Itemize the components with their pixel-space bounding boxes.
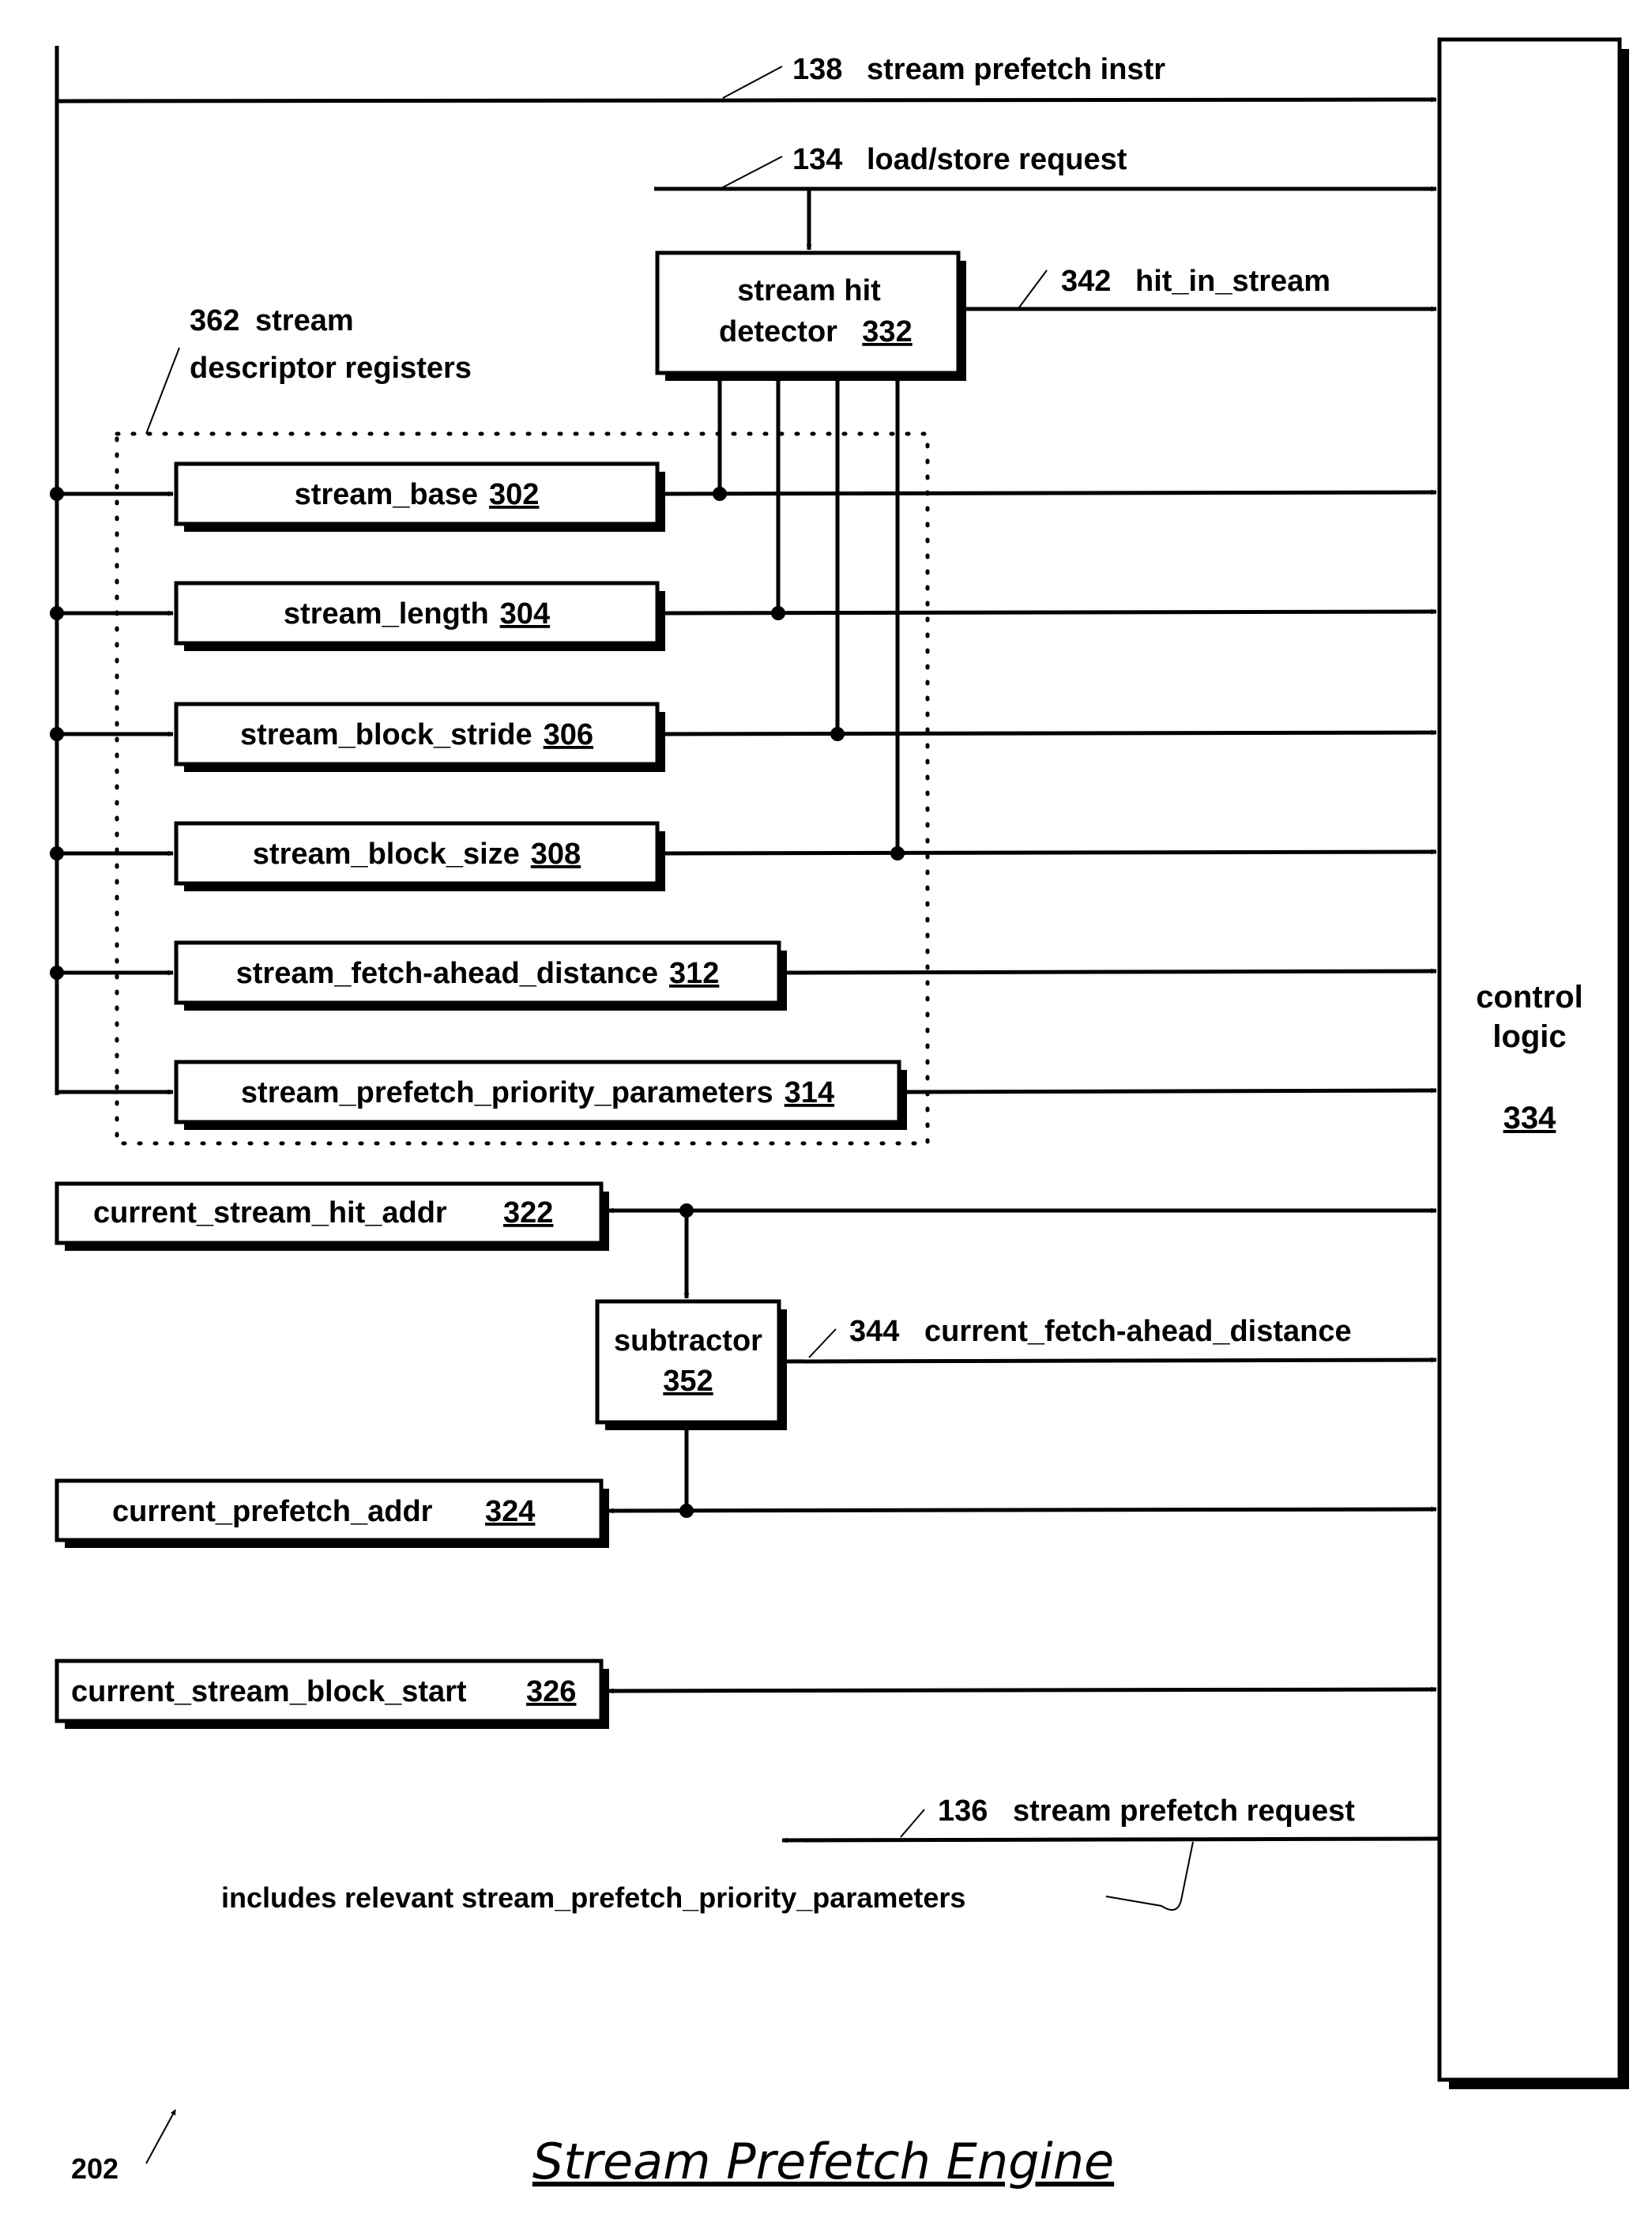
descriptor-register-314: stream_prefetch_priority_parameters 314 (57, 1060, 1437, 1130)
control-logic-label-line1: control (1476, 980, 1583, 1015)
register-to-control-logic-arrow (786, 968, 1437, 975)
figure-reference-arrow (145, 2109, 176, 2164)
control-logic-label-line2: logic (1492, 1019, 1566, 1054)
signal-label-138: stream prefetch instr (867, 53, 1165, 86)
leader-line-342 (1018, 269, 1048, 308)
descriptor-register-312: stream_fetch-ahead_distance 312 (50, 940, 1437, 1011)
stream-hit-detector-block: stream hit detector 332 (655, 250, 966, 381)
signal-label-136: stream prefetch request (1013, 1794, 1355, 1828)
junction-dot (890, 846, 905, 860)
subtractor-block: subtractor 352 (595, 1299, 787, 1430)
prefetch-addr-bidirectional-arrow (608, 1506, 1437, 1514)
junction-dot (830, 727, 845, 741)
descriptor-register-list: stream_base 302 stream_length 304 stream_blo… (50, 461, 1437, 1130)
junction-dot (50, 606, 64, 620)
register-name: stream_prefetch_priority_parameters (241, 1076, 773, 1109)
junction-dot (50, 727, 64, 741)
subtractor-label: subtractor (614, 1324, 762, 1358)
register-label: stream_prefetch_priority_parameters 314 (241, 1076, 834, 1109)
block-start-bidirectional-arrow (608, 1686, 1437, 1694)
register-name: current_prefetch_addr (112, 1495, 433, 1528)
register-to-control-logic-arrow (664, 849, 1437, 856)
register-number: 306 (544, 718, 593, 751)
leader-line-138 (722, 66, 783, 99)
signal-number-344: 344 (849, 1315, 899, 1348)
register-to-control-logic-arrow (664, 729, 1437, 736)
signal-number-134: 134 (792, 143, 842, 176)
detector-input-taps (713, 375, 905, 860)
signal-number-342: 342 (1061, 265, 1111, 298)
signal-number-136: 136 (938, 1794, 988, 1828)
note-callout-line (1105, 1841, 1194, 1911)
control-logic-number: 334 (1503, 1101, 1556, 1135)
state-register-326: current_stream_block_start 326 (55, 1659, 609, 1729)
signal-label-134: load/store request (867, 143, 1127, 176)
stream-prefetch-request-note: includes relevant stream_prefetch_priori… (221, 1881, 965, 1914)
signal-label-344: current_fetch-ahead_distance (924, 1315, 1352, 1348)
group-label-line1: stream (255, 304, 354, 337)
junction-dot (50, 966, 64, 980)
register-label: stream_fetch-ahead_distance 312 (236, 957, 720, 990)
register-label: stream_base 302 (295, 478, 540, 511)
figure-reference-number: 202 (71, 2152, 119, 2185)
signal-134-load-store-request: 134 load/store request (654, 143, 1437, 250)
stream-hit-detector-label-line2: detector (719, 315, 837, 348)
descriptor-registers-dotted-outline (115, 431, 930, 1146)
register-number: 324 (485, 1495, 535, 1528)
register-to-control-logic-arrow (906, 1087, 1437, 1094)
stream-prefetch-instr-arrow (56, 96, 1437, 104)
figure-reference: 202 (71, 2109, 176, 2185)
junction-dot (771, 606, 785, 620)
register-name: current_stream_hit_addr (93, 1196, 447, 1230)
signal-label-342: hit_in_stream (1135, 265, 1330, 298)
stream-prefetch-engine-diagram: marker#arr { overflow:visible; } control… (50, 37, 1629, 2190)
register-name: current_stream_block_start (71, 1675, 467, 1708)
subtractor-number: 352 (663, 1365, 713, 1398)
register-number: 302 (489, 478, 539, 511)
register-label: stream_length 304 (284, 597, 550, 631)
leader-line-136 (900, 1809, 925, 1838)
junction-dot (50, 487, 64, 501)
register-number: 304 (500, 597, 550, 631)
junction-dot (50, 846, 64, 860)
stream-prefetch-request-arrow (781, 1836, 1440, 1843)
junction-dot (713, 487, 727, 501)
stream-hit-detector-label-line1: stream hit (737, 274, 881, 307)
signal-136-stream-prefetch-request: 136 stream prefetch request includes rel… (221, 1794, 1440, 1914)
descriptor-register-302: stream_base 302 (50, 461, 1437, 532)
figure-title: Stream Prefetch Engine (532, 2133, 1114, 2190)
register-number: 312 (669, 957, 719, 990)
leader-line-362 (145, 347, 180, 435)
register-name: stream_length (284, 597, 489, 631)
signal-344-current-fetch-ahead-distance: 344 current_fetch-ahead_distance (782, 1315, 1437, 1364)
state-register-322: current_stream_hit_addr 322 (55, 1181, 609, 1251)
control-logic-block: control logic 334 (1437, 37, 1629, 2089)
register-number: 322 (503, 1196, 553, 1230)
register-to-control-logic-arrow (664, 489, 1437, 496)
register-label: stream_block_size 308 (253, 838, 581, 871)
register-number: 326 (526, 1675, 576, 1708)
fetch-ahead-distance-arrow (782, 1357, 1437, 1364)
leader-line-344 (808, 1328, 837, 1358)
register-name: stream_block_stride (240, 718, 532, 751)
register-name: stream_base (295, 478, 478, 511)
group-label-line2: descriptor registers (190, 352, 472, 385)
register-number: 308 (531, 838, 581, 871)
descriptor-register-304: stream_length 304 (50, 581, 1437, 651)
signal-number-138: 138 (792, 53, 842, 86)
register-name: stream_fetch-ahead_distance (236, 957, 658, 990)
signal-138-stream-prefetch-instr: 138 stream prefetch instr (56, 53, 1437, 104)
signal-342-hit-in-stream: 342 hit_in_stream (962, 265, 1437, 312)
stream-hit-detector-number: 332 (862, 315, 912, 348)
leader-line-134 (722, 156, 783, 188)
register-name: stream_block_size (253, 838, 520, 871)
descriptor-register-306: stream_block_stride 306 (50, 702, 1437, 772)
register-number: 314 (785, 1076, 834, 1109)
state-register-324: current_prefetch_addr 324 (55, 1478, 609, 1548)
group-number-362: 362 (190, 304, 239, 337)
descriptor-register-308: stream_block_size 308 (50, 821, 1437, 891)
